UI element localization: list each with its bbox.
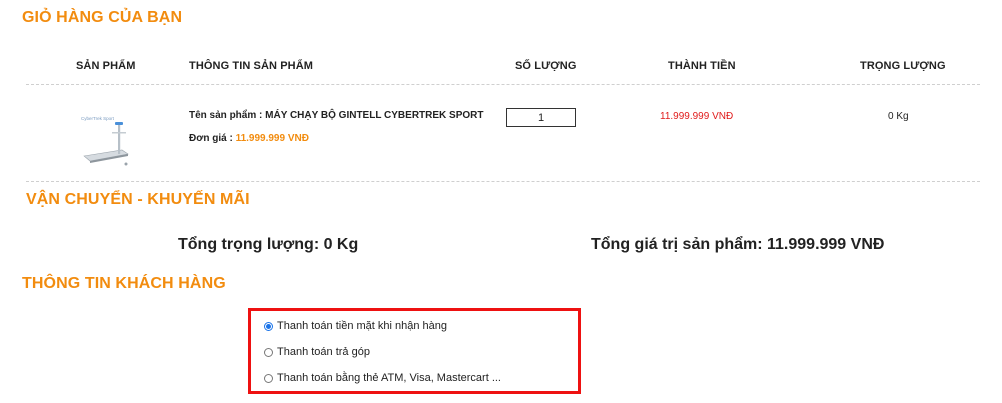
radio-icon[interactable] — [264, 373, 273, 383]
divider — [26, 181, 980, 182]
customer-info-title: THÔNG TIN KHÁCH HÀNG — [22, 275, 226, 292]
column-header-product: SẢN PHẨM — [76, 60, 136, 72]
quantity-input[interactable] — [506, 108, 576, 127]
payment-option-installment[interactable]: Thanh toán trả góp — [264, 346, 370, 358]
product-name-label: Tên sản phẩm : — [189, 110, 263, 121]
product-name-value[interactable]: MÁY CHẠY BỘ GINTELL CYBERTREK SPORT — [265, 110, 483, 121]
line-weight: 0 Kg — [888, 111, 909, 122]
payment-option-label: Thanh toán bằng thẻ ATM, Visa, Mastercar… — [277, 372, 501, 384]
product-name: Tên sản phẩm : MÁY CHẠY BỘ GINTELL CYBER… — [189, 110, 484, 121]
column-header-quantity: SỐ LƯỢNG — [515, 60, 577, 72]
shipping-title: VẬN CHUYỂN - KHUYẾN MÃI — [26, 191, 250, 208]
radio-icon[interactable] — [264, 347, 273, 357]
product-thumbnail[interactable]: CyberTrek Sport — [78, 104, 136, 170]
total-value: Tổng giá trị sản phẩm: 11.999.999 VNĐ — [591, 236, 885, 253]
total-weight: Tổng trọng lượng: 0 Kg — [178, 236, 359, 253]
unit-price: Đơn giá : 11.999.999 VNĐ — [189, 133, 309, 144]
column-header-total: THÀNH TIỀN — [668, 60, 736, 72]
radio-selected-icon[interactable] — [264, 321, 273, 331]
column-header-weight: TRỌNG LƯỢNG — [860, 60, 946, 72]
payment-option-card[interactable]: Thanh toán bằng thẻ ATM, Visa, Mastercar… — [264, 372, 501, 384]
thumbnail-caption: CyberTrek Sport — [81, 116, 115, 121]
divider — [26, 84, 980, 85]
column-header-product-info: THÔNG TIN SẢN PHẨM — [189, 60, 314, 72]
payment-option-cash[interactable]: Thanh toán tiền mặt khi nhận hàng — [264, 320, 447, 332]
payment-option-label: Thanh toán tiền mặt khi nhận hàng — [277, 320, 448, 332]
payment-option-label: Thanh toán trả góp — [277, 346, 370, 358]
line-total: 11.999.999 VNĐ — [660, 111, 734, 122]
unit-price-value: 11.999.999 VNĐ — [235, 133, 309, 144]
unit-price-label: Đơn giá : — [189, 133, 233, 144]
cart-title: GIỎ HÀNG CỦA BẠN — [22, 9, 183, 26]
